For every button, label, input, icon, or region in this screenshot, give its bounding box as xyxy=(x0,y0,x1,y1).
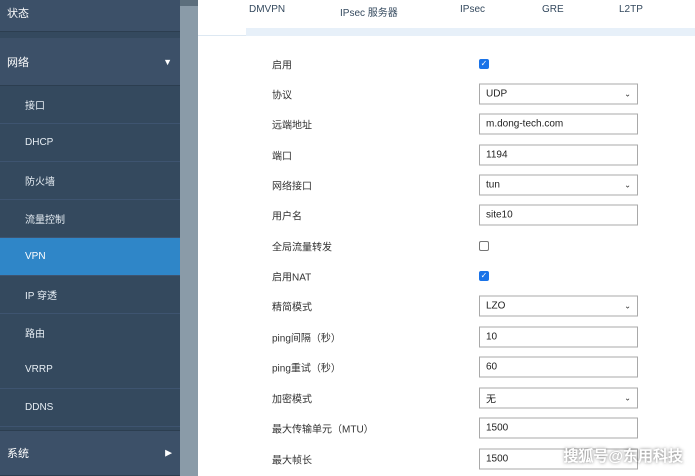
sidebar-item-vrrp[interactable]: VRRP xyxy=(0,351,180,389)
caret-down-icon: ▼ xyxy=(163,56,172,67)
port-value: 1194 xyxy=(486,149,508,161)
mtu-input[interactable]: 1500 xyxy=(479,417,638,439)
sidebar-item-label: VRRP xyxy=(25,363,53,375)
form-row-ping-retry: ping重试（秒） 60 xyxy=(272,354,672,380)
tab-l2tp[interactable]: L2TP xyxy=(619,4,643,15)
sidebar-item-label: 防火墙 xyxy=(25,176,55,188)
remote-address-input[interactable]: m.dong-tech.com xyxy=(479,113,638,135)
sidebar-item-traffic-control[interactable]: 流量控制 xyxy=(0,200,180,238)
sidebar-item-label: DDNS xyxy=(25,401,54,413)
tab-gre[interactable]: GRE xyxy=(542,4,564,15)
mtu-label: 最大传输单元（MTU） xyxy=(272,424,374,436)
remote-label: 远端地址 xyxy=(272,120,312,132)
encryption-label: 加密模式 xyxy=(272,394,312,406)
global-forward-label: 全局流量转发 xyxy=(272,242,332,254)
port-label: 端口 xyxy=(272,151,292,163)
content-header-band xyxy=(246,28,695,36)
ping-retry-label: ping重试（秒） xyxy=(272,363,341,375)
remote-value: m.dong-tech.com xyxy=(486,118,564,130)
sidebar-item-label: 流量控制 xyxy=(25,214,65,226)
encryption-select[interactable]: 无 ⌄ xyxy=(479,387,638,409)
form-row-mtu: 最大传输单元（MTU） 1500 xyxy=(272,415,672,441)
ping-retry-input[interactable]: 60 xyxy=(479,356,638,378)
username-input[interactable]: site10 xyxy=(479,204,638,226)
form-row-ping-interval: ping间隔（秒） 10 xyxy=(272,324,672,350)
sidebar-item-ddns[interactable]: DDNS xyxy=(0,389,180,427)
sidebar-item-status[interactable]: 状态 xyxy=(0,0,180,32)
sidebar-item-vpn[interactable]: VPN xyxy=(0,238,180,276)
tab-ipsec[interactable]: IPsec xyxy=(460,4,485,15)
chevron-down-icon: ⌄ xyxy=(624,180,631,190)
caret-right-icon: ▶ xyxy=(165,447,172,458)
form-row-enable: 启用 ✓ xyxy=(272,51,672,77)
ping-retry-value: 60 xyxy=(486,361,498,373)
sidebar-item-system[interactable]: 系统 ▶ xyxy=(0,430,180,476)
protocol-value: UDP xyxy=(486,88,508,100)
interface-select[interactable]: tun ⌄ xyxy=(479,174,638,196)
sidebar-item-routing[interactable]: 路由 xyxy=(0,314,180,352)
sidebar-item-label: IP 穿透 xyxy=(25,290,58,302)
form-row-nat: 启用NAT ✓ xyxy=(272,263,672,289)
sidebar-item-label: VPN xyxy=(25,250,46,262)
sidebar-item-ip-passthrough[interactable]: IP 穿透 xyxy=(0,276,180,314)
form-row-interface: 网络接口 tun ⌄ xyxy=(272,172,672,198)
sidebar: 状态 网络 ▼ 接口 DHCP 防火墙 流量控制 VPN IP 穿透 路由 VR… xyxy=(0,0,180,476)
sidebar-item-interface[interactable]: 接口 xyxy=(0,86,180,124)
username-label: 用户名 xyxy=(272,211,302,223)
compress-select[interactable]: LZO ⌄ xyxy=(479,295,638,317)
max-frame-label: 最大帧长 xyxy=(272,455,312,467)
ping-interval-value: 10 xyxy=(486,331,498,343)
tab-dmvpn[interactable]: DMVPN xyxy=(249,4,285,15)
max-frame-value: 1500 xyxy=(486,453,509,465)
watermark: 搜狐号@东用科技 xyxy=(563,448,683,465)
sidebar-item-network[interactable]: 网络 ▼ xyxy=(0,38,180,86)
enable-checkbox[interactable]: ✓ xyxy=(479,59,489,69)
form-row-protocol: 协议 UDP ⌄ xyxy=(272,81,672,107)
chevron-down-icon: ⌄ xyxy=(624,89,631,99)
nat-label: 启用NAT xyxy=(272,272,312,284)
sidebar-item-label: DHCP xyxy=(25,136,54,148)
compress-value: LZO xyxy=(486,300,506,312)
interface-label: 网络接口 xyxy=(272,181,312,193)
form-row-port: 端口 1194 xyxy=(272,142,672,168)
sidebar-item-firewall[interactable]: 防火墙 xyxy=(0,162,180,200)
scrollbar-thumb[interactable] xyxy=(180,0,198,6)
form-row-username: 用户名 site10 xyxy=(272,202,672,228)
username-value: site10 xyxy=(486,209,513,221)
sidebar-item-label: 状态 xyxy=(7,7,29,20)
tab-ipsec-server[interactable]: IPsec 服务器 xyxy=(340,4,398,19)
main-content: DMVPN IPsec 服务器 IPsec GRE L2TP 启用 ✓ 协议 U… xyxy=(198,0,695,476)
sidebar-item-label: 接口 xyxy=(25,100,45,112)
ping-interval-input[interactable]: 10 xyxy=(479,326,638,348)
form-row-remote: 远端地址 m.dong-tech.com xyxy=(272,111,672,137)
sidebar-item-label: 路由 xyxy=(25,328,45,340)
sidebar-item-label: 系统 xyxy=(7,448,29,460)
form-row-global-forward: 全局流量转发 xyxy=(272,233,672,259)
nat-checkbox[interactable]: ✓ xyxy=(479,271,489,281)
form-row-compress: 精简模式 LZO ⌄ xyxy=(272,293,672,319)
global-forward-checkbox[interactable] xyxy=(479,241,489,251)
scrollbar-track[interactable] xyxy=(180,0,198,476)
protocol-label: 协议 xyxy=(272,90,292,102)
form-row-encryption: 加密模式 无 ⌄ xyxy=(272,385,672,411)
sidebar-item-dhcp[interactable]: DHCP xyxy=(0,124,180,162)
mtu-value: 1500 xyxy=(486,422,509,434)
enable-label: 启用 xyxy=(272,60,292,72)
port-input[interactable]: 1194 xyxy=(479,144,638,166)
encryption-value: 无 xyxy=(486,394,496,406)
compress-label: 精简模式 xyxy=(272,302,312,314)
ping-interval-label: ping间隔（秒） xyxy=(272,333,341,345)
chevron-down-icon: ⌄ xyxy=(624,393,631,403)
interface-value: tun xyxy=(486,179,500,191)
chevron-down-icon: ⌄ xyxy=(624,301,631,311)
sidebar-item-label: 网络 xyxy=(7,56,29,69)
protocol-select[interactable]: UDP ⌄ xyxy=(479,83,638,105)
